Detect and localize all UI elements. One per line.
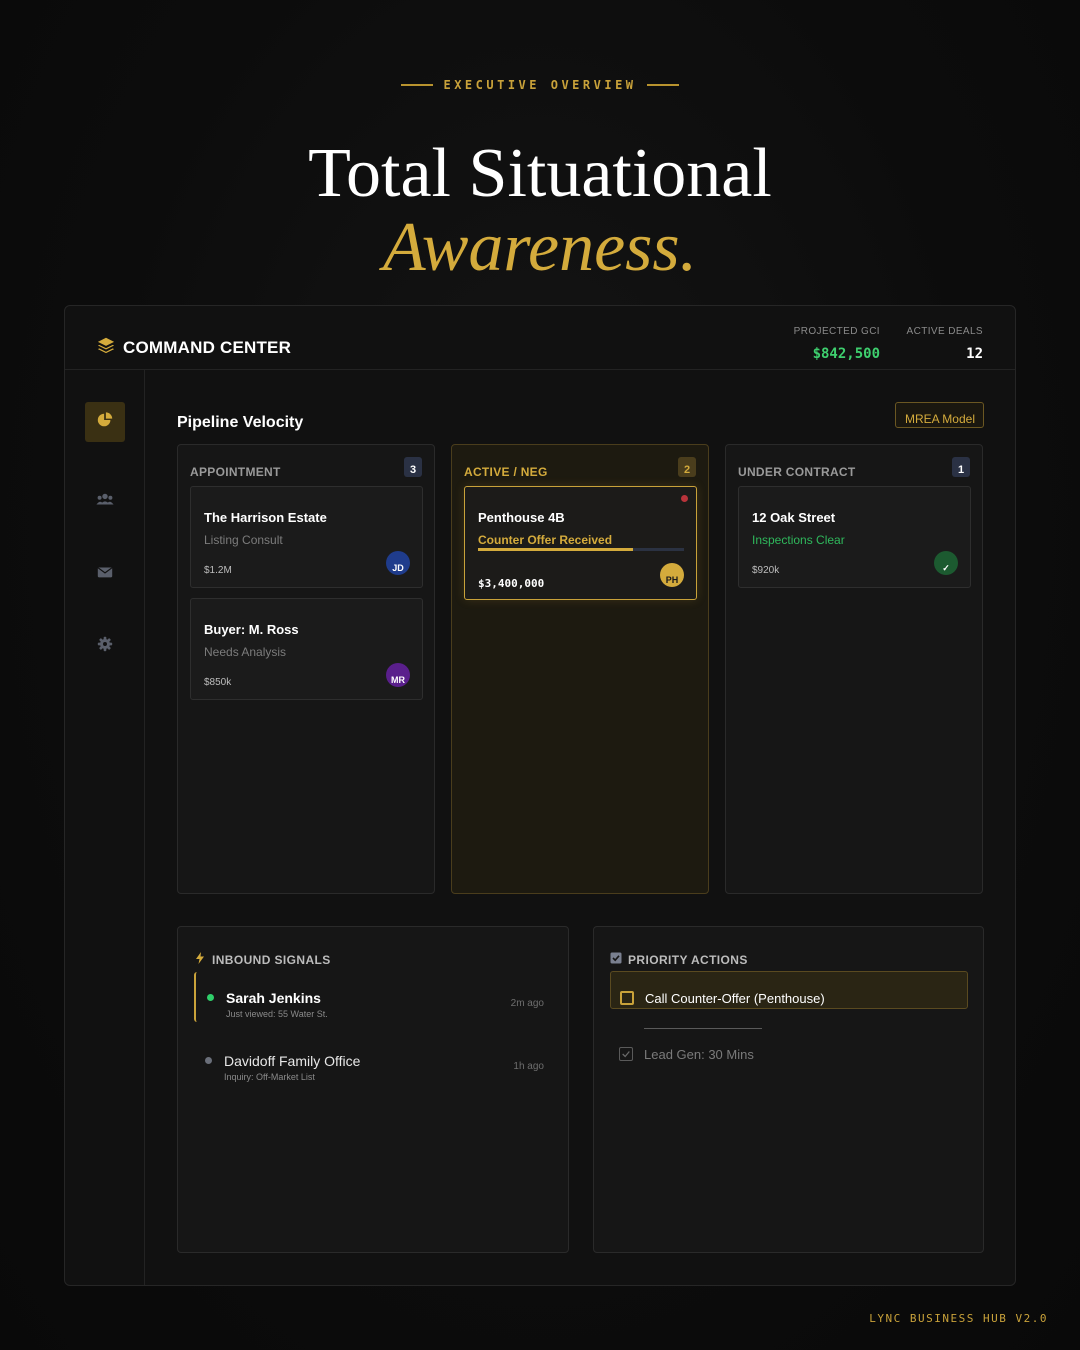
- sidebar-item-contacts[interactable]: [85, 482, 125, 522]
- sidebar-item-messages[interactable]: [85, 554, 125, 594]
- deal-value: $3,400,000: [478, 577, 545, 590]
- action-checkbox[interactable]: [619, 1047, 633, 1061]
- deal-progress-bar: [478, 548, 684, 551]
- deal-value: $1.2M: [204, 565, 232, 576]
- stat-projected-gci: PROJECTED GCI $842,500: [794, 326, 880, 362]
- hero-title-line2: Awareness.: [382, 209, 698, 286]
- signal-item[interactable]: Sarah Jenkins Just viewed: 55 Water St. …: [194, 972, 552, 1022]
- panel-header: INBOUND SIGNALS: [194, 952, 331, 967]
- gear-icon: [96, 635, 114, 658]
- panel-title: PRIORITY ACTIONS: [628, 952, 748, 967]
- envelope-icon: [96, 563, 114, 586]
- deal-value: $850k: [204, 677, 232, 688]
- progress-fill: [478, 548, 633, 551]
- deal-title: Buyer: M. Ross: [204, 622, 299, 637]
- pipeline-column-appointment: APPOINTMENT 3 The Harrison Estate Listin…: [177, 444, 435, 894]
- deal-stage: Needs Analysis: [204, 645, 287, 659]
- checkbox-icon: [610, 952, 622, 967]
- column-title: APPOINTMENT: [190, 465, 281, 479]
- signal-time: 2m ago: [510, 998, 544, 1009]
- stat-label: PROJECTED GCI: [793, 326, 880, 337]
- alert-dot: [681, 495, 688, 502]
- avatar: JD: [386, 551, 410, 575]
- signal-detail: Just viewed: 55 Water St.: [226, 1009, 328, 1019]
- priority-actions-panel: PRIORITY ACTIONS Call Counter-Offer (Pen…: [593, 926, 984, 1253]
- signal-detail: Inquiry: Off-Market List: [224, 1072, 315, 1082]
- stat-value: $842,500: [812, 346, 880, 362]
- users-icon: [96, 491, 114, 514]
- deal-card[interactable]: 12 Oak Street Inspections Clear $920k ✓: [738, 486, 971, 588]
- deal-title: Penthouse 4B: [478, 510, 565, 525]
- deal-title: The Harrison Estate: [204, 510, 327, 525]
- deal-stage: Inspections Clear: [752, 533, 845, 547]
- signal-name: Sarah Jenkins: [226, 990, 321, 1006]
- pie-chart-icon: [96, 411, 114, 434]
- avatar: PH: [660, 563, 684, 587]
- layers-icon: [97, 336, 115, 359]
- dashboard-header: COMMAND CENTER PROJECTED GCI $842,500 AC…: [65, 306, 1015, 370]
- sidebar-item-settings[interactable]: [85, 626, 125, 666]
- sidebar-item-pipeline[interactable]: [85, 402, 125, 442]
- brand: COMMAND CENTER: [97, 336, 291, 359]
- sidebar: [65, 370, 145, 1285]
- avatar: MR: [386, 663, 410, 687]
- deal-stage: Listing Consult: [204, 533, 283, 547]
- deal-card[interactable]: Penthouse 4B Counter Offer Received $3,4…: [464, 486, 697, 600]
- deal-title: 12 Oak Street: [752, 510, 836, 525]
- stat-value: 12: [966, 346, 983, 362]
- eyebrow-text: EXECUTIVE OVERVIEW: [443, 78, 637, 92]
- pipeline-column-active-neg: ACTIVE / NEG 2 Penthouse 4B Counter Offe…: [451, 444, 709, 894]
- eyebrow-line-right: [646, 84, 679, 86]
- action-label: Lead Gen: 30 Mins: [644, 1047, 754, 1062]
- column-title: ACTIVE / NEG: [464, 465, 548, 479]
- eyebrow-line-left: [401, 84, 434, 86]
- column-count-badge: 1: [952, 457, 970, 477]
- deal-card[interactable]: Buyer: M. Ross Needs Analysis $850k MR: [190, 598, 423, 700]
- column-count-badge: 3: [404, 457, 422, 477]
- mrea-model-button[interactable]: MREA Model: [895, 402, 984, 428]
- check-icon: ✓: [934, 551, 958, 575]
- column-count-badge: 2: [678, 457, 696, 477]
- footer-version: LYNC BUSINESS HUB V2.0: [869, 1312, 1048, 1325]
- status-dot: [207, 994, 214, 1001]
- pipeline-title: Pipeline Velocity: [177, 414, 304, 431]
- action-label: Call Counter-Offer (Penthouse): [645, 991, 825, 1006]
- panel-title: INBOUND SIGNALS: [212, 952, 331, 967]
- inbound-signals-panel: INBOUND SIGNALS Sarah Jenkins Just viewe…: [177, 926, 569, 1253]
- signal-time: 1h ago: [513, 1061, 544, 1072]
- strike-line: [644, 1028, 762, 1029]
- status-dot: [205, 1057, 212, 1064]
- brand-title: COMMAND CENTER: [123, 337, 292, 357]
- panel-header: PRIORITY ACTIONS: [610, 952, 748, 967]
- deal-card[interactable]: The Harrison Estate Listing Consult $1.2…: [190, 486, 423, 588]
- pipeline-column-under-contract: UNDER CONTRACT 1 12 Oak Street Inspectio…: [725, 444, 983, 894]
- deal-value: $920k: [752, 565, 780, 576]
- lightning-icon: [194, 952, 206, 967]
- dashboard-window: COMMAND CENTER PROJECTED GCI $842,500 AC…: [64, 305, 1016, 1286]
- stat-active-deals: ACTIVE DEALS 12: [907, 326, 984, 362]
- action-item[interactable]: Lead Gen: 30 Mins: [610, 1028, 968, 1066]
- deal-stage: Counter Offer Received: [478, 533, 613, 547]
- column-title: UNDER CONTRACT: [738, 465, 856, 479]
- action-checkbox[interactable]: [620, 991, 634, 1005]
- signal-item[interactable]: Davidoff Family Office Inquiry: Off-Mark…: [194, 1035, 552, 1085]
- signal-name: Davidoff Family Office: [224, 1053, 361, 1069]
- stat-label: ACTIVE DEALS: [906, 326, 983, 337]
- eyebrow: EXECUTIVE OVERVIEW: [0, 78, 1080, 92]
- action-item[interactable]: Call Counter-Offer (Penthouse): [610, 971, 968, 1009]
- hero-title-line1: Total Situational: [308, 135, 772, 212]
